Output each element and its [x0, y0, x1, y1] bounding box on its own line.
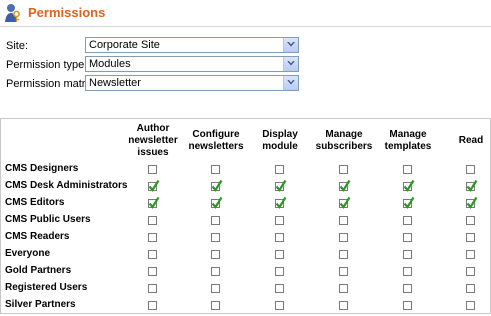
checkmark-icon [339, 196, 351, 209]
permission-checkbox[interactable] [466, 267, 475, 276]
permission-checkbox[interactable] [211, 216, 220, 225]
permission-checkbox[interactable] [466, 250, 475, 259]
permission-checkbox[interactable] [339, 250, 348, 259]
permission-checkbox[interactable] [275, 250, 284, 259]
permission-checkbox[interactable] [466, 216, 475, 225]
row-label: Registered Users [5, 282, 88, 293]
row-label: CMS Desk Administrators [5, 180, 128, 191]
permission-checkbox-checked[interactable] [403, 179, 415, 192]
page-title: Permissions [28, 5, 106, 20]
column-header: Configure newsletters [188, 129, 244, 152]
column-header: Read [458, 135, 484, 146]
permission-checkbox[interactable] [466, 301, 475, 310]
permission-checkbox[interactable] [339, 233, 348, 242]
permission-checkbox-checked[interactable] [275, 179, 287, 192]
checkmark-icon [339, 179, 351, 192]
checkmark-icon [148, 196, 160, 209]
permission-checkbox-checked[interactable] [148, 196, 160, 209]
permission-checkbox-checked[interactable] [211, 196, 223, 209]
checkmark-icon [466, 196, 478, 209]
permission-type-select-value: Modules [89, 58, 131, 70]
chevron-down-icon[interactable] [283, 57, 298, 71]
row-label: Silver Partners [5, 299, 76, 310]
permission-checkbox[interactable] [403, 216, 412, 225]
checkmark-icon [211, 196, 223, 209]
permission-checkbox[interactable] [148, 267, 157, 276]
permission-checkbox[interactable] [275, 233, 284, 242]
site-select[interactable]: Corporate Site [85, 37, 299, 53]
permission-checkbox[interactable] [339, 284, 348, 293]
permission-checkbox-checked[interactable] [466, 196, 478, 209]
permission-checkbox-checked[interactable] [211, 179, 223, 192]
checkmark-icon [148, 179, 160, 192]
permission-checkbox[interactable] [148, 165, 157, 174]
permission-checkbox[interactable] [211, 267, 220, 276]
permission-checkbox[interactable] [403, 267, 412, 276]
permission-checkbox[interactable] [211, 284, 220, 293]
permission-checkbox[interactable] [403, 233, 412, 242]
row-label: CMS Designers [5, 163, 79, 174]
permission-checkbox[interactable] [148, 216, 157, 225]
page-header: Permissions [0, 0, 491, 27]
row-label: CMS Public Users [5, 214, 91, 225]
permission-checkbox-checked[interactable] [148, 179, 160, 192]
permission-checkbox-checked[interactable] [339, 196, 351, 209]
permission-checkbox[interactable] [466, 233, 475, 242]
column-header: Author newsletter issues [128, 123, 178, 158]
permission-type-label: Permission type: [6, 59, 88, 71]
permission-checkbox[interactable] [339, 267, 348, 276]
permission-checkbox[interactable] [403, 301, 412, 310]
permission-checkbox[interactable] [211, 250, 220, 259]
permission-checkbox[interactable] [148, 250, 157, 259]
permission-matrix-table: Author newsletter issues Configure newsle… [0, 118, 491, 314]
permission-checkbox[interactable] [275, 267, 284, 276]
permission-checkbox[interactable] [339, 301, 348, 310]
permission-type-select[interactable]: Modules [85, 56, 299, 72]
permission-checkbox[interactable] [148, 301, 157, 310]
checkmark-icon [403, 196, 415, 209]
permission-checkbox[interactable] [211, 301, 220, 310]
permission-checkbox[interactable] [466, 284, 475, 293]
permission-matrix-select[interactable]: Newsletter [85, 75, 299, 91]
permission-checkbox[interactable] [403, 284, 412, 293]
permission-checkbox[interactable] [148, 284, 157, 293]
permission-matrix-label: Permission matrix: [6, 78, 97, 90]
column-header: Display module [262, 129, 298, 152]
permission-checkbox[interactable] [403, 250, 412, 259]
permission-checkbox[interactable] [148, 233, 157, 242]
checkmark-icon [466, 179, 478, 192]
permission-checkbox[interactable] [211, 165, 220, 174]
permission-checkbox-checked[interactable] [466, 179, 478, 192]
chevron-down-icon[interactable] [283, 76, 298, 90]
checkmark-icon [211, 179, 223, 192]
permission-checkbox[interactable] [275, 216, 284, 225]
row-label: Everyone [5, 248, 51, 259]
row-label: CMS Editors [5, 197, 65, 208]
row-label: Gold Partners [5, 265, 72, 276]
permission-matrix-select-value: Newsletter [89, 77, 141, 89]
permission-checkbox[interactable] [403, 165, 412, 174]
site-select-value: Corporate Site [89, 39, 160, 51]
checkmark-icon [403, 179, 415, 192]
permission-checkbox-checked[interactable] [339, 179, 351, 192]
site-label: Site: [6, 40, 29, 52]
chevron-down-icon[interactable] [283, 38, 298, 52]
permission-checkbox[interactable] [466, 165, 475, 174]
permission-checkbox[interactable] [339, 165, 348, 174]
checkmark-icon [275, 196, 287, 209]
permission-checkbox[interactable] [275, 165, 284, 174]
permission-checkbox-checked[interactable] [403, 196, 415, 209]
permission-checkbox[interactable] [339, 216, 348, 225]
header-divider [0, 26, 491, 27]
permission-checkbox[interactable] [275, 301, 284, 310]
checkmark-icon [275, 179, 287, 192]
row-label: CMS Readers [5, 231, 70, 242]
permission-checkbox[interactable] [275, 284, 284, 293]
column-header: Manage templates [384, 129, 432, 152]
permission-checkbox-checked[interactable] [275, 196, 287, 209]
column-header: Manage subscribers [315, 129, 373, 152]
permission-checkbox[interactable] [211, 233, 220, 242]
user-key-icon [4, 3, 22, 23]
